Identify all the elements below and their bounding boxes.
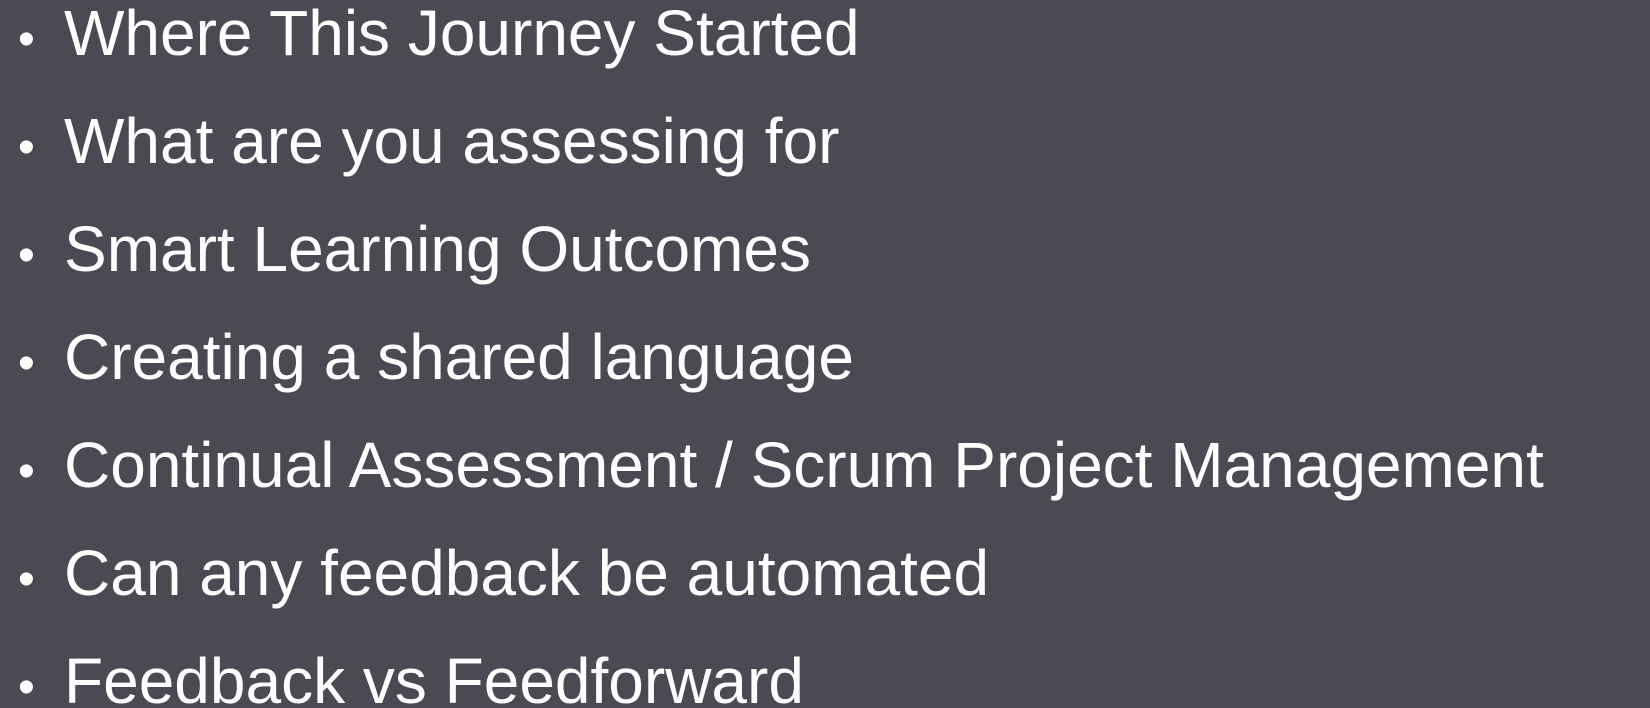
bullet-icon: • bbox=[18, 337, 35, 390]
bullet-icon: • bbox=[18, 13, 35, 66]
bullet-list: • Where This Journey Started • What are … bbox=[18, 0, 1544, 708]
bullet-icon: • bbox=[18, 229, 35, 282]
bullet-item-automated-feedback: • Can any feedback be automated bbox=[18, 519, 1544, 627]
bullet-item-journey-start: • Where This Journey Started bbox=[18, 0, 1544, 87]
bullet-text: Creating a shared language bbox=[64, 321, 854, 393]
bullet-item-shared-language: • Creating a shared language bbox=[18, 303, 1544, 411]
bullet-text: Where This Journey Started bbox=[64, 0, 860, 69]
bullet-item-continual-assessment: • Continual Assessment / Scrum Project M… bbox=[18, 411, 1544, 519]
bullet-item-smart-outcomes: • Smart Learning Outcomes bbox=[18, 195, 1544, 303]
bullet-item-assessing-for: • What are you assessing for bbox=[18, 87, 1544, 195]
bullet-text: Can any feedback be automated bbox=[64, 537, 990, 609]
bullet-icon: • bbox=[18, 445, 35, 498]
bullet-icon: • bbox=[18, 553, 35, 606]
bullet-text: Continual Assessment / Scrum Project Man… bbox=[64, 429, 1544, 501]
bullet-item-feedback-vs-feedforward: • Feedback vs Feedforward bbox=[18, 627, 1544, 708]
bullet-text: Smart Learning Outcomes bbox=[64, 213, 811, 285]
slide-canvas: • Where This Journey Started • What are … bbox=[0, 0, 1650, 708]
bullet-icon: • bbox=[18, 121, 35, 174]
bullet-text: Feedback vs Feedforward bbox=[64, 645, 804, 708]
bullet-text: What are you assessing for bbox=[64, 105, 840, 177]
bullet-icon: • bbox=[18, 661, 35, 708]
